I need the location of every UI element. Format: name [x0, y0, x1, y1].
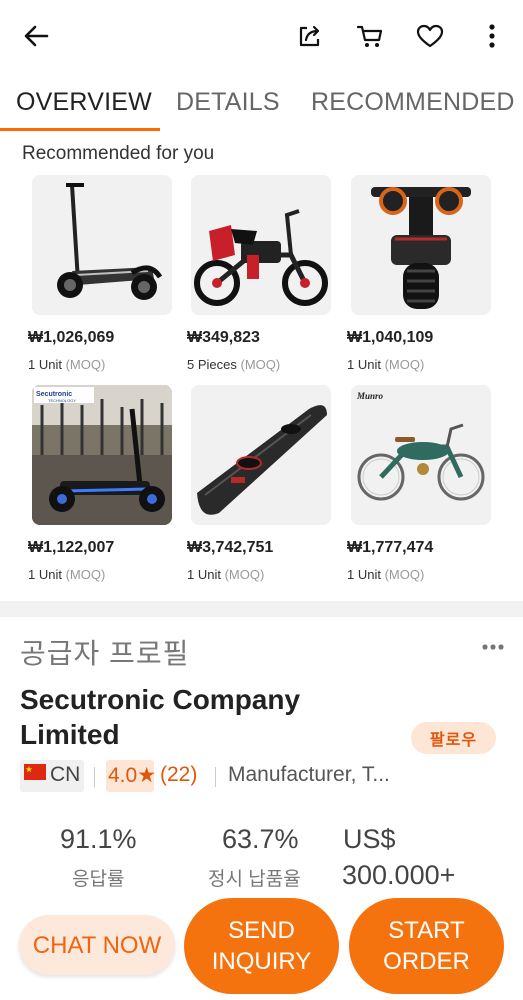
product-price: ₩1,777,474 [347, 539, 434, 556]
china-flag-icon [24, 764, 46, 780]
product-image-vintage-ebike[interactable]: Munro [351, 385, 491, 525]
back-arrow-icon[interactable] [18, 18, 54, 54]
moq-label: (MOQ) [65, 357, 106, 372]
supplier-profile-heading: 공급자 프로필 [20, 638, 190, 669]
moq-unit: 1 Unit [347, 567, 381, 582]
product-moq: 1 Unit (MOQ) [28, 567, 105, 582]
technology-logo: TECHNOLOGY [48, 398, 76, 403]
start-order-line2: ORDER [383, 948, 470, 975]
chat-now-label: CHAT NOW [32, 931, 162, 959]
start-order-button[interactable]: START ORDER [349, 898, 504, 994]
share-icon[interactable] [292, 18, 328, 54]
moq-unit: 1 Unit [187, 567, 221, 582]
meta-separator [94, 767, 95, 787]
supplier-name[interactable]: Secutronic Company Limited [20, 682, 350, 752]
product-image-surfboard[interactable] [191, 385, 331, 525]
moq-label: (MOQ) [384, 357, 425, 372]
revenue-value-currency: US$ [343, 824, 396, 854]
product-moq: 1 Unit (MOQ) [28, 357, 105, 372]
section-divider [0, 601, 523, 617]
product-price: ₩1,040,109 [347, 329, 434, 346]
product-moq: 1 Unit (MOQ) [347, 357, 424, 372]
product-image-offroad-scooter[interactable] [351, 175, 491, 315]
product-moq: 5 Pieces (MOQ) [187, 357, 280, 372]
more-vertical-icon[interactable] [474, 18, 510, 54]
active-tab-indicator [0, 128, 160, 131]
product-image-ebike[interactable] [191, 175, 331, 315]
more-horizontal-icon[interactable] [481, 640, 505, 652]
product-price: ₩3,742,751 [187, 539, 274, 556]
product-card[interactable]: ₩1,040,109 1 Unit (MOQ) [347, 175, 511, 381]
supplier-meta: CN 4.0★ (22) Manufacturer, T... [20, 760, 510, 794]
tab-recommended[interactable]: RECOMMENDED [311, 88, 515, 117]
moq-unit: 1 Unit [347, 357, 381, 372]
supplier-rating: 4.0★ [108, 764, 157, 787]
send-inquiry-line2: INQUIRY [211, 948, 312, 975]
product-price: ₩349,823 [187, 329, 260, 346]
send-inquiry-label: SEND INQUIRY [212, 915, 312, 977]
top-bar [0, 0, 523, 72]
start-order-line1: START [388, 917, 465, 944]
product-moq: 1 Unit (MOQ) [187, 567, 264, 582]
product-price: ₩1,026,069 [28, 329, 115, 346]
response-rate-value: 91.1% [60, 824, 137, 854]
revenue-value-amount: 300.000+ [342, 860, 456, 890]
secutronic-logo: Secutronic [36, 391, 72, 398]
chat-now-button[interactable]: CHAT NOW [19, 915, 175, 975]
moq-label: (MOQ) [384, 567, 425, 582]
moq-label: (MOQ) [65, 567, 106, 582]
supplier-stats: 91.1% 응답률 63.7% 정시 납품율 US$ 300.000+ [0, 822, 523, 892]
review-count[interactable]: (22) [160, 763, 197, 787]
meta-separator [215, 767, 216, 787]
country-chip: CN [20, 760, 84, 792]
moq-label: (MOQ) [224, 567, 265, 582]
tab-bar: OVERVIEW DETAILS RECOMMENDED [0, 84, 523, 134]
product-card[interactable]: ₩1,026,069 1 Unit (MOQ) [28, 175, 192, 381]
follow-badge[interactable]: 팔로우 [411, 722, 496, 754]
business-type: Manufacturer, T... [228, 763, 390, 786]
product-image-scooter[interactable] [32, 175, 172, 315]
tab-overview[interactable]: OVERVIEW [16, 88, 152, 117]
product-card[interactable]: ₩3,742,751 1 Unit (MOQ) [187, 385, 351, 591]
moq-unit: 5 Pieces [187, 357, 237, 372]
cart-icon[interactable] [352, 18, 388, 54]
country-code: CN [50, 763, 81, 786]
product-card[interactable]: Secutronic TECHNOLOGY ₩1,122,007 1 Unit … [28, 385, 192, 591]
moq-label: (MOQ) [240, 357, 281, 372]
product-price: ₩1,122,007 [28, 539, 115, 556]
recommended-title: Recommended for you [22, 143, 215, 164]
send-inquiry-line1: SEND [228, 917, 295, 944]
product-image-showroom-scooter[interactable]: Secutronic TECHNOLOGY [32, 385, 172, 525]
start-order-label: START ORDER [383, 915, 470, 977]
munro-logo: Munro [356, 391, 384, 401]
tab-details[interactable]: DETAILS [176, 88, 280, 117]
heart-icon[interactable] [412, 18, 448, 54]
response-rate-label: 응답률 [72, 869, 125, 890]
send-inquiry-button[interactable]: SEND INQUIRY [184, 898, 339, 994]
ontime-delivery-value: 63.7% [222, 824, 299, 854]
moq-unit: 1 Unit [28, 567, 62, 582]
moq-unit: 1 Unit [28, 357, 62, 372]
product-moq: 1 Unit (MOQ) [347, 567, 424, 582]
product-card[interactable]: Munro ₩1,777,474 1 Unit (MOQ) [347, 385, 511, 591]
ontime-delivery-label: 정시 납품율 [208, 869, 301, 890]
product-card[interactable]: ₩349,823 5 Pieces (MOQ) [187, 175, 351, 381]
